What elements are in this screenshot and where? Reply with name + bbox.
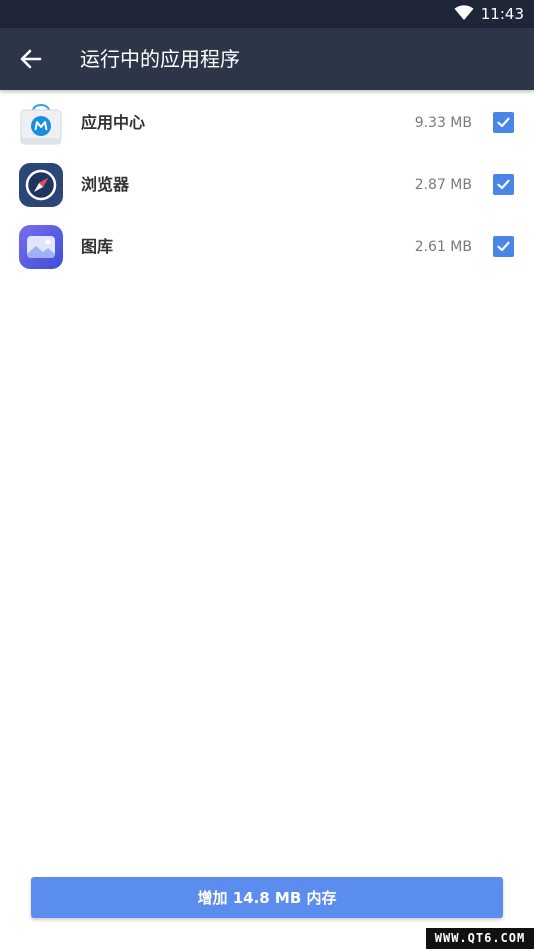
app-name: 图库 [81,237,114,256]
status-bar: 11:43 [0,0,534,28]
page-title: 运行中的应用程序 [80,47,240,71]
app-size: 2.87 MB [414,177,472,193]
app-checkbox[interactable] [493,112,514,133]
running-apps-list: 应用中心 9.33 MB 浏览器 2.87 MB 图库 2.61 MB [0,92,534,278]
app-checkbox[interactable] [493,174,514,195]
app-name: 浏览器 [81,175,130,194]
gallery-icon [18,224,64,270]
app-size: 9.33 MB [414,115,472,131]
app-center-icon [18,100,64,146]
site-watermark: WWW.QT6.COM [426,928,534,949]
wifi-icon [454,5,474,21]
status-time: 11:43 [480,5,524,23]
app-size: 2.61 MB [414,239,472,255]
free-memory-button[interactable]: 增加 14.8 MB 内存 [31,877,503,918]
app-name: 应用中心 [81,113,146,132]
app-checkbox[interactable] [493,236,514,257]
arrow-back-icon[interactable] [18,47,44,71]
app-bar: 运行中的应用程序 [0,28,534,90]
list-item-browser[interactable]: 浏览器 2.87 MB [0,154,534,216]
list-item-gallery[interactable]: 图库 2.61 MB [0,216,534,278]
browser-compass-icon [18,162,64,208]
list-item-app-center[interactable]: 应用中心 9.33 MB [0,92,534,154]
